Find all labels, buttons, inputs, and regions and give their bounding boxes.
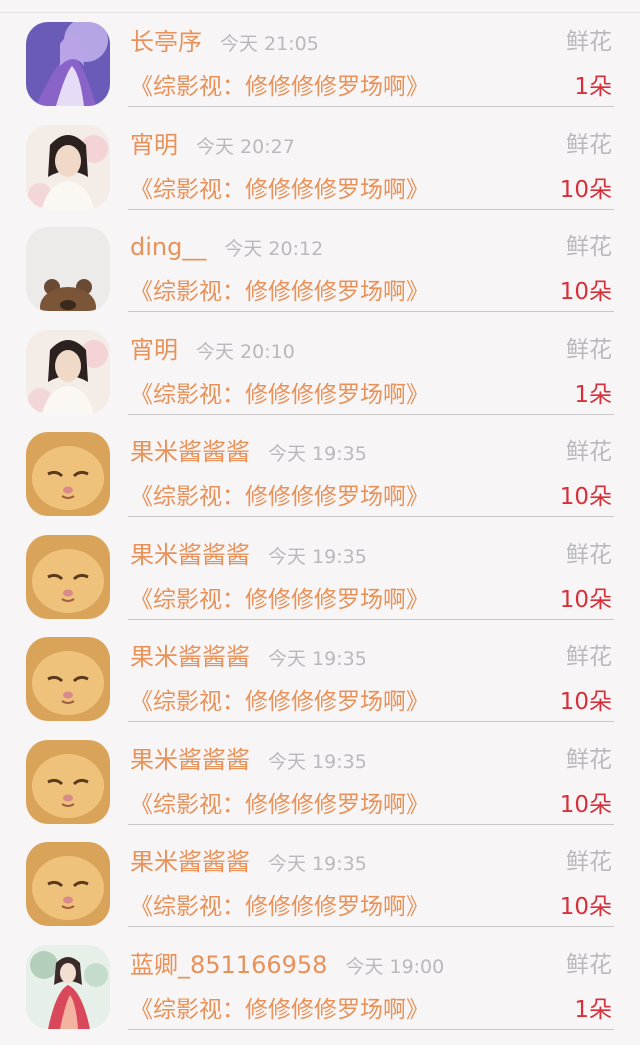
gift-type: 鲜花	[566, 334, 612, 366]
gift-type: 鲜花	[566, 744, 612, 776]
user-name[interactable]: 宵明今天 20:10	[130, 334, 295, 368]
timestamp: 今天 20:12	[224, 238, 323, 260]
row-divider	[128, 824, 614, 825]
user-name[interactable]: 果米酱酱酱今天 19:35	[130, 846, 367, 880]
avatar[interactable]	[26, 637, 110, 721]
book-title[interactable]: 《综影视：修修修修罗场啊》	[130, 480, 429, 514]
user-name[interactable]: 果米酱酱酱今天 19:35	[130, 539, 367, 573]
timestamp: 今天 20:27	[196, 136, 295, 158]
gift-type: 鲜花	[566, 641, 612, 673]
gift-count: 10朵	[560, 890, 612, 924]
list-item[interactable]: 果米酱酱酱今天 19:35 鲜花 《综影视：修修修修罗场啊》 10朵	[0, 533, 640, 636]
gift-count: 1朵	[574, 993, 612, 1027]
avatar[interactable]	[26, 535, 110, 619]
gift-count: 10朵	[560, 583, 612, 617]
timestamp: 今天 21:05	[220, 33, 319, 55]
list-item[interactable]: 宵明今天 20:10 鲜花 《综影视：修修修修罗场啊》 1朵	[0, 328, 640, 431]
gift-count: 10朵	[560, 275, 612, 309]
row-divider	[128, 1029, 614, 1030]
list-item[interactable]: 果米酱酱酱今天 19:35 鲜花 《综影视：修修修修罗场啊》 10朵	[0, 430, 640, 533]
row-divider	[128, 619, 614, 620]
book-title[interactable]: 《综影视：修修修修罗场啊》	[130, 70, 429, 104]
avatar[interactable]	[26, 740, 110, 824]
timestamp: 今天 19:35	[268, 751, 367, 773]
timestamp: 今天 20:10	[196, 341, 295, 363]
gift-count: 1朵	[574, 70, 612, 104]
user-name-text[interactable]: ding__	[130, 233, 206, 261]
list-item[interactable]: 宵明今天 20:27 鲜花 《综影视：修修修修罗场啊》 10朵	[0, 123, 640, 226]
user-name[interactable]: 果米酱酱酱今天 19:35	[130, 436, 367, 470]
gift-type: 鲜花	[566, 26, 612, 58]
list-item[interactable]: ding__ 今天 20:12 鲜花 《综影视：修修修修罗场啊》 10朵	[0, 225, 640, 328]
avatar[interactable]	[26, 22, 110, 106]
user-name-text[interactable]: 果米酱酱酱	[130, 643, 250, 671]
gift-count: 10朵	[560, 685, 612, 719]
gift-type: 鲜花	[566, 846, 612, 878]
avatar[interactable]	[26, 432, 110, 516]
list-item[interactable]: 果米酱酱酱今天 19:35 鲜花 《综影视：修修修修罗场啊》 10朵	[0, 840, 640, 943]
gift-type: 鲜花	[566, 539, 612, 571]
book-title[interactable]: 《综影视：修修修修罗场啊》	[130, 275, 429, 309]
row-divider	[128, 106, 614, 107]
avatar[interactable]	[26, 842, 110, 926]
list-item[interactable]: 蓝卿_851166958 今天 19:00 鲜花 《综影视：修修修修罗场啊》 1朵	[0, 943, 640, 1045]
timestamp: 今天 19:35	[268, 648, 367, 670]
top-divider	[0, 12, 640, 13]
row-divider	[128, 721, 614, 722]
user-name[interactable]: 果米酱酱酱今天 19:35	[130, 641, 367, 675]
timestamp: 今天 19:35	[268, 853, 367, 875]
user-name-text[interactable]: 果米酱酱酱	[130, 746, 250, 774]
gift-type: 鲜花	[566, 129, 612, 161]
timestamp: 今天 19:35	[268, 443, 367, 465]
user-name[interactable]: 长亭序今天 21:05	[130, 26, 319, 60]
row-divider	[128, 414, 614, 415]
gift-type: 鲜花	[566, 949, 612, 981]
user-name-text[interactable]: 蓝卿_851166958	[130, 951, 327, 979]
book-title[interactable]: 《综影视：修修修修罗场啊》	[130, 583, 429, 617]
user-name-text[interactable]: 果米酱酱酱	[130, 541, 250, 569]
gift-count: 1朵	[574, 378, 612, 412]
book-title[interactable]: 《综影视：修修修修罗场啊》	[130, 788, 429, 822]
flower-gift-list: 长亭序今天 21:05 鲜花 《综影视：修修修修罗场啊》 1朵 宵明今天 20:…	[0, 20, 640, 1045]
timestamp: 今天 19:35	[268, 546, 367, 568]
user-name[interactable]: ding__ 今天 20:12	[130, 231, 323, 265]
list-item[interactable]: 果米酱酱酱今天 19:35 鲜花 《综影视：修修修修罗场啊》 10朵	[0, 738, 640, 841]
user-name-text[interactable]: 宵明	[130, 131, 178, 159]
timestamp: 今天 19:00	[345, 956, 444, 978]
avatar[interactable]	[26, 227, 110, 311]
user-name[interactable]: 果米酱酱酱今天 19:35	[130, 744, 367, 778]
user-name-text[interactable]: 宵明	[130, 336, 178, 364]
avatar[interactable]	[26, 945, 110, 1029]
user-name-text[interactable]: 果米酱酱酱	[130, 848, 250, 876]
row-divider	[128, 926, 614, 927]
book-title[interactable]: 《综影视：修修修修罗场啊》	[130, 378, 429, 412]
book-title[interactable]: 《综影视：修修修修罗场啊》	[130, 993, 429, 1027]
list-item[interactable]: 长亭序今天 21:05 鲜花 《综影视：修修修修罗场啊》 1朵	[0, 20, 640, 123]
avatar[interactable]	[26, 125, 110, 209]
book-title[interactable]: 《综影视：修修修修罗场啊》	[130, 685, 429, 719]
gift-type: 鲜花	[566, 231, 612, 263]
gift-count: 10朵	[560, 173, 612, 207]
book-title[interactable]: 《综影视：修修修修罗场啊》	[130, 173, 429, 207]
gift-count: 10朵	[560, 480, 612, 514]
gift-type: 鲜花	[566, 436, 612, 468]
user-name[interactable]: 宵明今天 20:27	[130, 129, 295, 163]
row-divider	[128, 209, 614, 210]
row-divider	[128, 516, 614, 517]
user-name[interactable]: 蓝卿_851166958 今天 19:00	[130, 949, 444, 983]
avatar[interactable]	[26, 330, 110, 414]
gift-count: 10朵	[560, 788, 612, 822]
user-name-text[interactable]: 果米酱酱酱	[130, 438, 250, 466]
list-item[interactable]: 果米酱酱酱今天 19:35 鲜花 《综影视：修修修修罗场啊》 10朵	[0, 635, 640, 738]
user-name-text[interactable]: 长亭序	[130, 28, 202, 56]
row-divider	[128, 311, 614, 312]
book-title[interactable]: 《综影视：修修修修罗场啊》	[130, 890, 429, 924]
